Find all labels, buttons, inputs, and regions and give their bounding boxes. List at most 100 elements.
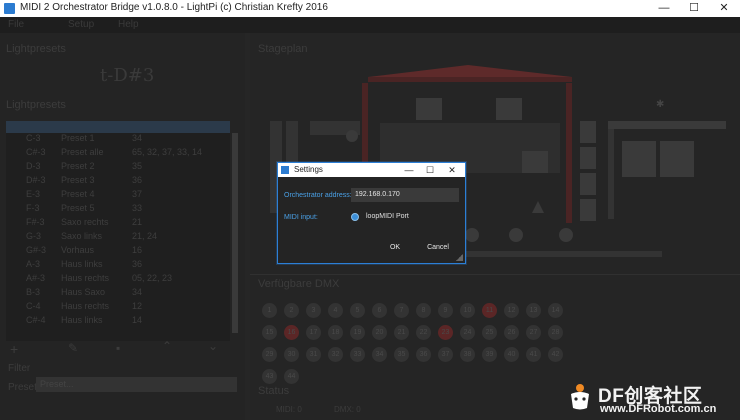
dmx-channel-button[interactable]: 3 [306, 303, 321, 318]
stage-box [622, 141, 656, 177]
cancel-button[interactable]: Cancel [422, 241, 454, 255]
dmx-channel-button[interactable]: 27 [526, 325, 541, 340]
close-button[interactable]: ✕ [709, 0, 739, 17]
midi-port-label[interactable]: loopMIDI Port [366, 213, 409, 220]
stage-box [496, 98, 522, 120]
list-cell-val: 35 [132, 161, 143, 171]
dmx-channel-button[interactable]: 36 [416, 347, 431, 362]
scrollbar[interactable] [232, 133, 238, 333]
dmx-channel-button[interactable]: 22 [416, 325, 431, 340]
dmx-channel-button[interactable]: 23 [438, 325, 453, 340]
dmx-channel-button[interactable]: 34 [372, 347, 387, 362]
dmx-channel-button[interactable]: 6 [372, 303, 387, 318]
dmx-channel-button[interactable]: 18 [328, 325, 343, 340]
menu-bar: File Setup Help [0, 17, 740, 33]
list-item[interactable]: G-3 Saxo links 21, 24 [6, 231, 230, 243]
dmx-channel-button[interactable]: 44 [284, 369, 299, 384]
menu-item-help[interactable]: Help [118, 19, 139, 30]
dmx-channel-button[interactable]: 11 [482, 303, 497, 318]
dmx-channel-button[interactable]: 43 [262, 369, 277, 384]
minimize-button[interactable]: — [649, 0, 679, 17]
dmx-channel-button[interactable]: 4 [328, 303, 343, 318]
dmx-channel-button[interactable]: 9 [438, 303, 453, 318]
add-icon[interactable]: + [10, 341, 18, 357]
dmx-channel-button[interactable]: 38 [460, 347, 475, 362]
list-cell-note: C#-4 [26, 315, 46, 325]
dialog-minimize-button[interactable]: — [399, 163, 419, 177]
dmx-channel-button[interactable]: 10 [460, 303, 475, 318]
list-item[interactable]: E-3 Preset 4 37 [6, 189, 230, 201]
orchestrator-address-label: Orchestrator address: [284, 192, 352, 199]
list-item[interactable]: D#-3 Preset 3 36 [6, 175, 230, 187]
dialog-close-button[interactable]: ✕ [442, 163, 462, 177]
dmx-channel-button[interactable]: 1 [262, 303, 277, 318]
list-item[interactable]: B-3 Haus Saxo 34 [6, 287, 230, 299]
dmx-channel-button[interactable]: 32 [328, 347, 343, 362]
dmx-channel-button[interactable]: 30 [284, 347, 299, 362]
preset-filter-input[interactable]: Preset... [36, 377, 237, 392]
dmx-channel-button[interactable]: 15 [262, 325, 277, 340]
dmx-channel-button[interactable]: 2 [284, 303, 299, 318]
dmx-channel-button[interactable]: 17 [306, 325, 321, 340]
edit-icon[interactable]: ✎ [68, 341, 78, 355]
list-item[interactable]: F-3 Preset 5 33 [6, 203, 230, 215]
maximize-button[interactable]: ☐ [679, 0, 709, 17]
list-cell-name: Preset 2 [61, 161, 95, 171]
dmx-channel-button[interactable]: 24 [460, 325, 475, 340]
dmx-channel-button[interactable]: 35 [394, 347, 409, 362]
dmx-channel-button[interactable]: 40 [504, 347, 519, 362]
dialog-maximize-button[interactable]: ☐ [420, 163, 440, 177]
menu-item-file[interactable]: File [8, 19, 24, 30]
dmx-channel-button[interactable]: 19 [350, 325, 365, 340]
dmx-channel-button[interactable]: 13 [526, 303, 541, 318]
list-cell-name: Preset alle [61, 147, 104, 157]
midi-port-radio[interactable] [351, 213, 359, 221]
list-item[interactable]: F#-3 Saxo rechts 21 [6, 217, 230, 229]
list-item[interactable]: D-3 Preset 2 35 [6, 161, 230, 173]
dmx-channel-button[interactable]: 41 [526, 347, 541, 362]
list-cell-name: Preset 5 [61, 203, 95, 213]
move-up-icon[interactable]: ⌃ [162, 339, 172, 353]
dmx-channel-button[interactable]: 16 [284, 325, 299, 340]
list-item[interactable]: C-4 Haus rechts 12 [6, 301, 230, 313]
list-cell-name: Preset 4 [61, 189, 95, 199]
list-item[interactable]: C#-3 Preset alle 65, 32, 37, 33, 14 [6, 147, 230, 159]
dmx-channel-button[interactable]: 20 [372, 325, 387, 340]
list-item[interactable]: C-3 Preset 1 34 [6, 133, 230, 145]
truss-right [608, 121, 726, 129]
orchestrator-address-input[interactable] [351, 188, 459, 202]
list-cell-val: 34 [132, 287, 143, 297]
dmx-channel-button[interactable]: 25 [482, 325, 497, 340]
ok-button[interactable]: OK [382, 241, 408, 255]
move-down-icon[interactable]: ⌄ [208, 339, 218, 353]
list-item[interactable]: A-3 Haus links 36 [6, 259, 230, 271]
dmx-channel-button[interactable]: 8 [416, 303, 431, 318]
dmx-channel-button[interactable]: 39 [482, 347, 497, 362]
menu-item-setup[interactable]: Setup [68, 19, 94, 30]
dmx-channel-button[interactable]: 14 [548, 303, 563, 318]
left-panel: Lightpresets t-D#3 Lightpresets + ✎ ▪ ⌃ … [0, 33, 245, 420]
dmx-channel-button[interactable]: 12 [504, 303, 519, 318]
dmx-channel-button[interactable]: 29 [262, 347, 277, 362]
dmx-channel-button[interactable]: 26 [504, 325, 519, 340]
dmx-channel-button[interactable]: 28 [548, 325, 563, 340]
list-item[interactable]: C#-4 Haus links 14 [6, 315, 230, 327]
dmx-channel-button[interactable]: 33 [350, 347, 365, 362]
dmx-channel-button[interactable]: 42 [548, 347, 563, 362]
dmx-channel-button[interactable]: 7 [394, 303, 409, 318]
delete-icon[interactable]: ▪ [116, 341, 120, 355]
list-cell-val: 65, 32, 37, 33, 14 [132, 147, 203, 157]
list-item[interactable]: A#-3 Haus rechts 05, 22, 23 [6, 273, 230, 285]
list-cell-val: 05, 22, 23 [132, 273, 173, 283]
list-cell-name: Preset 1 [61, 133, 95, 143]
list-item[interactable]: G#-3 Vorhaus 16 [6, 245, 230, 257]
dmx-channel-button[interactable]: 37 [438, 347, 453, 362]
dmx-channel-button[interactable]: 31 [306, 347, 321, 362]
dmx-channel-button[interactable]: 21 [394, 325, 409, 340]
resize-grip[interactable] [456, 254, 463, 261]
light-fixture [559, 228, 573, 242]
list-cell-note: G#-3 [26, 245, 47, 255]
list-cell-note: C-3 [26, 133, 41, 143]
dmx-channel-button[interactable]: 5 [350, 303, 365, 318]
list-cell-val: 37 [132, 189, 143, 199]
